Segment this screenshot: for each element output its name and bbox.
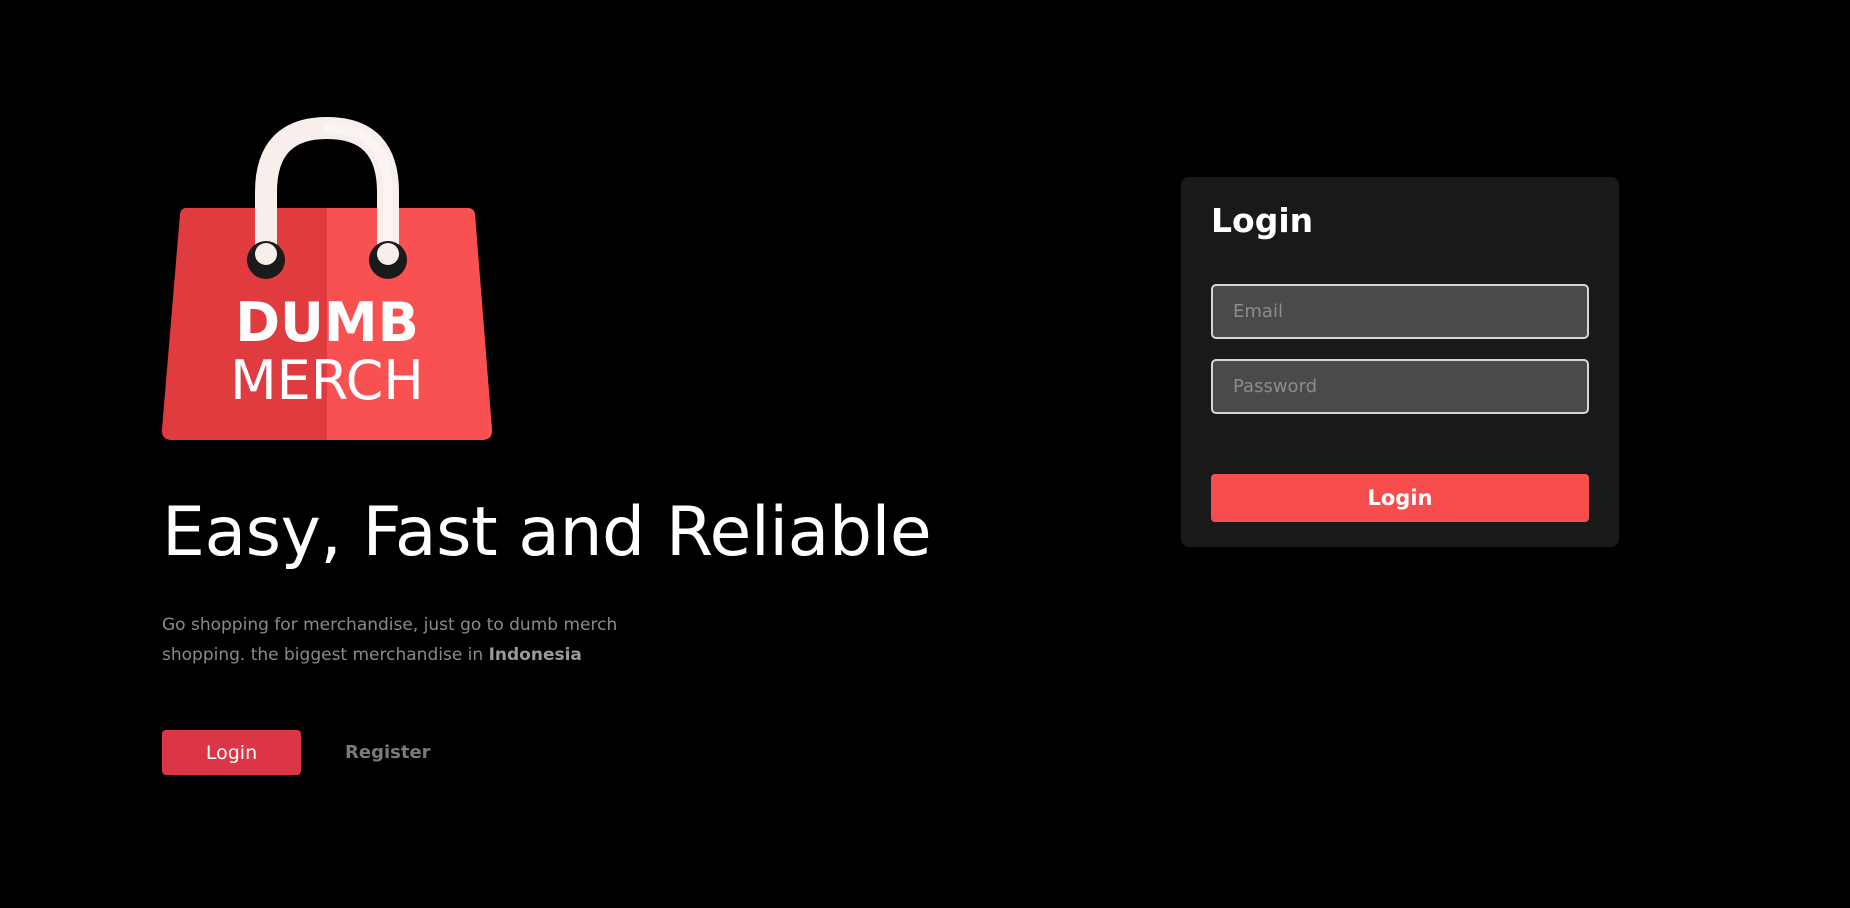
login-card-title: Login <box>1211 201 1314 240</box>
email-input[interactable] <box>1211 284 1589 339</box>
login-card: Login Login <box>1181 177 1619 547</box>
hero-description-highlight: Indonesia <box>488 645 582 665</box>
hero-register-button[interactable]: Register <box>345 742 431 763</box>
logo-text-dumb: DUMB <box>235 291 419 354</box>
hero-description: Go shopping for merchandise, just go to … <box>162 610 672 670</box>
hero-actions: Login Register <box>162 730 431 775</box>
hero-headline: Easy, Fast and Reliable <box>162 493 932 572</box>
login-submit-button[interactable]: Login <box>1211 474 1589 522</box>
dumb-merch-logo: DUMB MERCH <box>162 116 492 442</box>
hero-login-button[interactable]: Login <box>162 730 301 775</box>
login-page: DUMB MERCH Easy, Fast and Reliable Go sh… <box>0 0 1850 908</box>
password-input[interactable] <box>1211 359 1589 414</box>
logo-text-merch: MERCH <box>230 349 424 412</box>
shopping-bag-icon: DUMB MERCH <box>162 116 492 440</box>
